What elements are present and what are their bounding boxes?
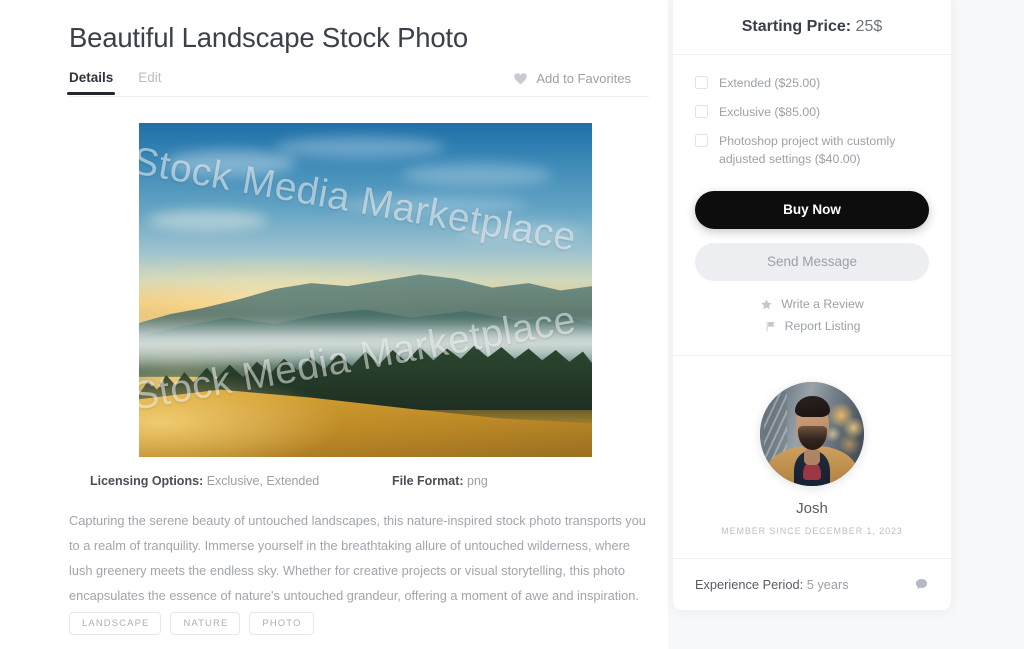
page-title: Beautiful Landscape Stock Photo: [69, 22, 468, 53]
secondary-links: Write a Review Report Listing: [695, 297, 929, 333]
send-message-button[interactable]: Send Message: [695, 243, 929, 281]
seller-avatar[interactable]: [760, 382, 864, 486]
sun-glow: [139, 370, 343, 457]
heart-icon: [514, 73, 528, 85]
write-a-review-link[interactable]: Write a Review: [760, 297, 864, 311]
main-content-panel: Beautiful Landscape Stock Photo Details …: [0, 0, 668, 649]
license-options-block: Extended ($25.00) Exclusive ($85.00) Pho…: [673, 55, 951, 185]
tag-landscape[interactable]: LANDSCAPE: [69, 612, 162, 635]
chat-icon[interactable]: [914, 577, 929, 592]
tab-details[interactable]: Details: [66, 70, 116, 95]
tab-edit[interactable]: Edit: [138, 70, 161, 95]
listing-photo[interactable]: Stock Media Marketplace Stock Media Mark…: [139, 123, 592, 457]
tab-list: Details Edit: [66, 70, 187, 95]
starting-price-label: Starting Price:: [741, 18, 852, 35]
tag-photo[interactable]: PHOTO: [249, 612, 314, 635]
listing-page: Beautiful Landscape Stock Photo Details …: [0, 0, 1024, 649]
experience-period: Experience Period: 5 years: [695, 577, 849, 592]
starting-price-value: 25$: [855, 18, 883, 35]
checkbox-extended[interactable]: [695, 76, 708, 89]
cloud-decoration: [274, 136, 445, 159]
tag-list: LANDSCAPE NATURE PHOTO: [69, 612, 314, 635]
price-block: Starting Price: 25$: [673, 0, 951, 55]
experience-period-value: 5 years: [806, 577, 849, 592]
seller-name[interactable]: Josh: [695, 500, 929, 517]
file-format: File Format: png: [392, 474, 488, 488]
cloud-decoration: [166, 149, 297, 176]
option-exclusive[interactable]: Exclusive ($85.00): [695, 103, 929, 121]
cloud-decoration: [148, 209, 269, 230]
add-to-favorites-label: Add to Favorites: [536, 71, 631, 86]
tabs-row: Details Edit Add to Favorites: [66, 70, 649, 102]
star-icon: [761, 298, 772, 309]
buy-now-button[interactable]: Buy Now: [695, 191, 929, 229]
add-to-favorites-button[interactable]: Add to Favorites: [513, 71, 631, 86]
option-photoshop-project[interactable]: Photoshop project with customly adjusted…: [695, 132, 929, 168]
licensing-options: Licensing Options: Exclusive, Extended: [90, 474, 319, 488]
option-photoshop-project-label: Photoshop project with customly adjusted…: [719, 134, 896, 166]
checkbox-exclusive[interactable]: [695, 105, 708, 118]
report-listing-link[interactable]: Report Listing: [764, 319, 861, 333]
experience-period-label: Experience Period:: [695, 577, 804, 592]
actions-block: Buy Now Send Message Write a Review Repo…: [673, 185, 951, 356]
experience-block: Experience Period: 5 years: [673, 559, 951, 610]
option-extended[interactable]: Extended ($25.00): [695, 74, 929, 92]
file-format-value: png: [467, 474, 488, 488]
cloud-decoration: [401, 163, 552, 188]
option-extended-label: Extended ($25.00): [719, 76, 821, 90]
cloud-decoration: [456, 223, 587, 242]
listing-description: Capturing the serene beauty of untouched…: [69, 513, 646, 603]
licensing-options-label: Licensing Options:: [90, 474, 204, 488]
checkbox-photoshop-project[interactable]: [695, 134, 708, 147]
write-a-review-label: Write a Review: [781, 297, 864, 311]
seller-block: Josh MEMBER SINCE DECEMBER 1, 2023: [673, 356, 951, 559]
licensing-options-value: Exclusive, Extended: [206, 474, 320, 488]
avatar-neck: [803, 448, 821, 466]
tabs-divider: [69, 96, 649, 97]
seller-member-since: MEMBER SINCE DECEMBER 1, 2023: [721, 526, 903, 536]
tag-nature[interactable]: NATURE: [170, 612, 241, 635]
report-listing-label: Report Listing: [784, 319, 861, 333]
file-format-label: File Format:: [392, 474, 464, 488]
purchase-sidebar: Starting Price: 25$ Extended ($25.00) Ex…: [673, 0, 951, 610]
cloud-decoration: [338, 196, 529, 215]
flag-icon: [766, 321, 775, 331]
photo-artwork: [139, 123, 592, 457]
option-exclusive-label: Exclusive ($85.00): [719, 105, 821, 119]
